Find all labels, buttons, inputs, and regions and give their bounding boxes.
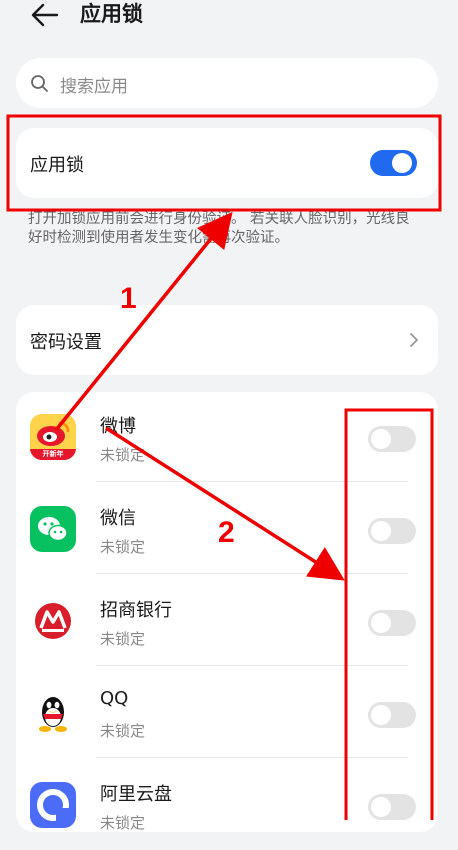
toggle-knob [371,705,391,725]
app-list: 开新年 微博 未锁定 微信 未锁定 招商银行 未锁定 QQ 未锁定 阿里云盘 未… [16,392,438,832]
app-name: 招商银行 [100,600,172,621]
app-lock-toggle[interactable] [370,150,417,176]
search-icon [31,75,48,92]
divider [96,573,408,574]
app-lock-description: 打开加锁应用前会进行身份验证。 若关联人脸识别，光线良好时检测到使用者发生变化需… [28,211,410,246]
toggle-knob [392,153,412,173]
divider [96,481,408,482]
list-item-weibo[interactable]: 开新年 微博 未锁定 [16,392,438,482]
back-arrow-icon[interactable] [30,2,60,28]
chevron-right-icon [410,333,418,347]
app-status: 未锁定 [100,722,146,740]
divider [96,757,408,758]
app-name: 微信 [100,508,136,529]
weibo-icon-badge: 开新年 [42,450,64,458]
page-title: 应用锁 [80,2,143,26]
toggle-knob [371,521,391,541]
annotation-number-2: 2 [218,516,235,549]
divider [96,665,408,666]
app-status: 未锁定 [100,814,146,832]
qq-icon [30,690,76,736]
app-status: 未锁定 [100,630,146,648]
list-item-qq[interactable]: QQ 未锁定 [16,668,438,758]
wechat-lock-toggle[interactable] [368,518,416,544]
password-settings-item[interactable]: 密码设置 [16,305,438,375]
cmb-lock-toggle[interactable] [368,610,416,636]
app-lock-card: 应用锁 [16,128,438,198]
toggle-knob [371,429,391,449]
search-bar[interactable]: 搜索应用 [16,58,438,108]
password-settings-label: 密码设置 [30,332,102,353]
app-lock-label: 应用锁 [30,155,84,176]
app-name: QQ [100,688,129,709]
weibo-lock-toggle[interactable] [368,426,416,452]
app-name: 微博 [100,416,136,437]
app-status: 未锁定 [100,538,146,556]
toggle-knob [371,613,391,633]
aliyun-drive-lock-toggle[interactable] [368,794,416,820]
qq-lock-toggle[interactable] [368,702,416,728]
list-item-aliyun-drive[interactable]: 阿里云盘 未锁定 [16,760,438,850]
weibo-icon: 开新年 [30,414,76,460]
wechat-icon [30,506,76,552]
list-item-cmb[interactable]: 招商银行 未锁定 [16,576,438,666]
app-name: 阿里云盘 [100,784,172,805]
app-status: 未锁定 [100,446,146,464]
cmb-icon [30,598,76,644]
toggle-knob [371,797,391,817]
top-bar: 应用锁 [0,0,458,40]
search-input[interactable]: 搜索应用 [60,72,128,97]
aliyun-drive-icon [30,782,76,828]
annotation-number-1: 1 [120,282,137,315]
